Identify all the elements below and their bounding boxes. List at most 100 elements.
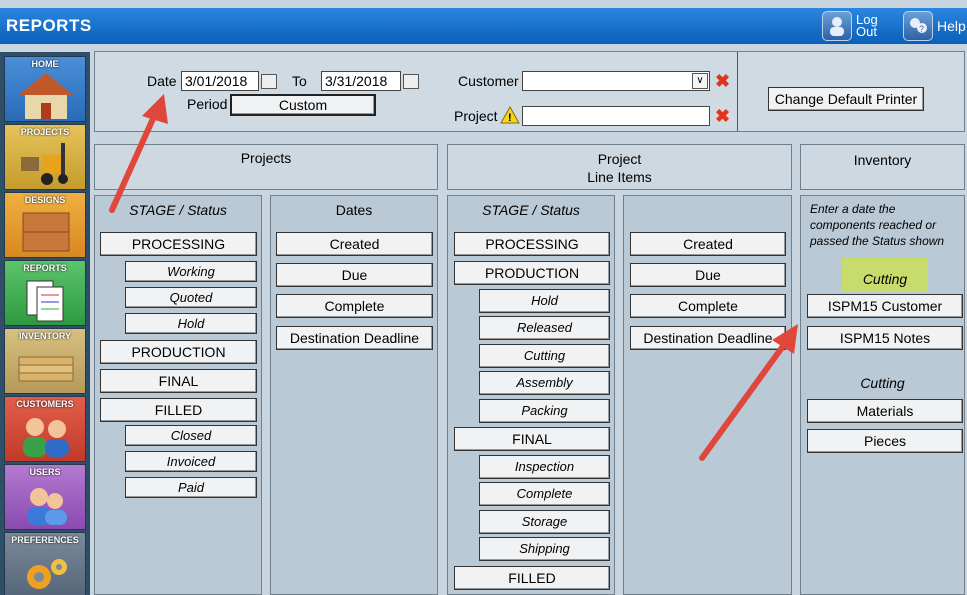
nav-item-designs[interactable]: DESIGNS <box>4 192 86 258</box>
date-label: Date <box>147 73 177 89</box>
crate-icon <box>22 212 70 252</box>
line-items-header-line2: Line Items <box>587 169 652 185</box>
ispm15-customer-button[interactable]: ISPM15 Customer <box>807 294 963 318</box>
calendar-icon[interactable] <box>261 74 277 89</box>
warning-icon: ! <box>500 106 520 124</box>
status-packing[interactable]: Packing <box>479 399 610 423</box>
logout-button[interactable]: Log Out <box>822 10 878 42</box>
chevron-down-icon[interactable]: ∨ <box>692 73 708 89</box>
page-title: REPORTS <box>6 16 92 35</box>
divider <box>737 52 738 131</box>
stage-filled[interactable]: FILLED <box>100 398 257 422</box>
inventory-header: Inventory <box>800 144 965 190</box>
date-to-field[interactable]: 3/31/2018 <box>321 71 401 91</box>
date-destination-deadline[interactable]: Destination Deadline <box>276 326 433 350</box>
date-from-field[interactable]: 3/01/2018 <box>181 71 259 91</box>
pieces-button[interactable]: Pieces <box>807 429 963 453</box>
gears-icon <box>27 559 67 589</box>
nav-home-label: HOME <box>31 59 59 69</box>
projects-stage-column: STAGE / Status PROCESSING Working Quoted… <box>94 195 262 595</box>
status-inspection[interactable]: Inspection <box>479 455 610 479</box>
stage-processing[interactable]: PROCESSING <box>454 232 610 256</box>
status-hold[interactable]: Hold <box>479 289 610 313</box>
status-hold[interactable]: Hold <box>125 313 257 334</box>
nav-item-inventory[interactable]: INVENTORY <box>4 328 86 394</box>
date-due[interactable]: Due <box>276 263 433 287</box>
nav-projects-label: PROJECTS <box>20 127 70 137</box>
status-cutting[interactable]: Cutting <box>479 344 610 368</box>
nav-customers-label: CUSTOMERS <box>16 399 74 409</box>
title-bar: REPORTS Log Out ? Help <box>0 8 967 44</box>
date-created[interactable]: Created <box>276 232 433 256</box>
nav-item-users[interactable]: USERS <box>4 464 86 530</box>
date-due[interactable]: Due <box>630 263 786 287</box>
calendar-icon[interactable] <box>403 74 419 89</box>
stage-final[interactable]: FINAL <box>100 369 257 393</box>
status-released[interactable]: Released <box>479 316 610 340</box>
customer-select[interactable] <box>522 71 710 91</box>
ispm15-notes-button[interactable]: ISPM15 Notes <box>807 326 963 350</box>
clear-project-icon[interactable]: ✖ <box>715 107 730 125</box>
date-complete[interactable]: Complete <box>630 294 786 318</box>
forklift-icon <box>21 143 68 185</box>
to-label: To <box>292 73 307 89</box>
line-items-dates-column: Created Due Complete Destination Deadlin… <box>623 195 792 595</box>
line-items-header-line1: Project <box>597 151 642 167</box>
inventory-status-label: Cutting <box>860 375 905 391</box>
projects-dates-column: Dates Created Due Complete Destination D… <box>270 195 438 595</box>
project-label: Project <box>454 108 498 124</box>
nav-inventory-label: INVENTORY <box>18 331 71 341</box>
inventory-column: Enter a date the components reached or p… <box>800 195 965 595</box>
reports-icon <box>26 280 64 322</box>
lumber-icon <box>18 356 74 382</box>
customers-icon <box>23 418 69 457</box>
stage-production[interactable]: PRODUCTION <box>454 261 610 285</box>
help-button[interactable]: ? Help <box>903 10 966 42</box>
svg-text:?: ? <box>919 24 924 34</box>
inventory-note: Enter a date the components reached or p… <box>810 202 945 248</box>
date-destination-deadline[interactable]: Destination Deadline <box>630 326 786 350</box>
house-icon <box>19 73 73 119</box>
column-title: Dates <box>335 202 373 218</box>
status-storage[interactable]: Storage <box>479 510 610 534</box>
status-closed[interactable]: Closed <box>125 425 257 446</box>
period-select[interactable]: Custom <box>230 94 376 116</box>
status-complete[interactable]: Complete <box>479 482 610 506</box>
column-title: STAGE / Status <box>129 202 227 218</box>
help-icon: ? <box>903 11 933 41</box>
logout-label-line2: Out <box>856 24 877 39</box>
nav-item-customers[interactable]: CUSTOMERS <box>4 396 86 462</box>
status-shipping[interactable]: Shipping <box>479 537 610 561</box>
nav-item-projects[interactable]: PROJECTS <box>4 124 86 190</box>
help-label: Help <box>937 18 966 34</box>
stage-production[interactable]: PRODUCTION <box>100 340 257 364</box>
date-created[interactable]: Created <box>630 232 786 256</box>
clear-customer-icon[interactable]: ✖ <box>715 72 730 90</box>
nav-item-reports[interactable]: REPORTS <box>4 260 86 326</box>
status-invoiced[interactable]: Invoiced <box>125 451 257 472</box>
filter-bar: Date 3/01/2018 To 3/31/2018 Period Custo… <box>94 51 965 132</box>
projects-header: Projects <box>94 144 438 190</box>
status-highlight: Cutting <box>842 258 928 292</box>
line-items-stage-column: STAGE / Status PROCESSING PRODUCTION Hol… <box>447 195 615 595</box>
svg-text:!: ! <box>508 112 512 124</box>
stage-final[interactable]: FINAL <box>454 427 610 451</box>
status-paid[interactable]: Paid <box>125 477 257 498</box>
date-complete[interactable]: Complete <box>276 294 433 318</box>
customer-label: Customer <box>458 73 519 89</box>
nav-preferences-label: PREFERENCES <box>11 535 79 545</box>
stage-processing[interactable]: PROCESSING <box>100 232 257 256</box>
project-field[interactable] <box>522 106 710 126</box>
status-quoted[interactable]: Quoted <box>125 287 257 308</box>
column-title: STAGE / Status <box>482 202 580 218</box>
status-assembly[interactable]: Assembly <box>479 371 610 395</box>
change-printer-button[interactable]: Change Default Printer <box>768 87 924 111</box>
stage-filled[interactable]: FILLED <box>454 566 610 590</box>
nav-reports-label: REPORTS <box>23 263 67 273</box>
materials-button[interactable]: Materials <box>807 399 963 423</box>
logout-icon <box>822 11 852 41</box>
nav-item-preferences[interactable]: PREFERENCES <box>4 532 86 595</box>
nav-item-home[interactable]: HOME <box>4 56 86 122</box>
status-working[interactable]: Working <box>125 261 257 282</box>
line-items-header: Project Line Items <box>447 144 792 190</box>
